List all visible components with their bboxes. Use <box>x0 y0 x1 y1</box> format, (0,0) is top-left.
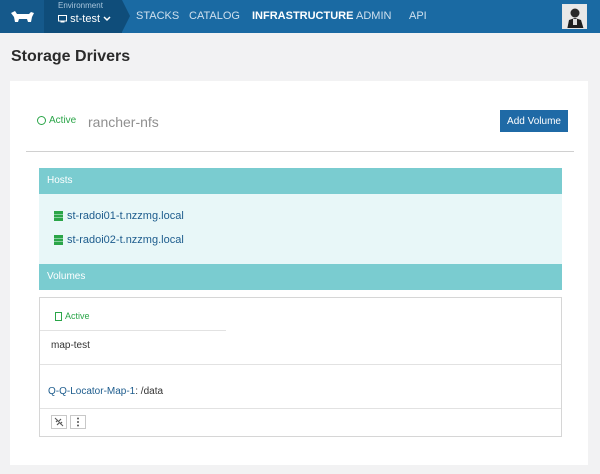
server-icon <box>54 211 63 221</box>
volume-status-text: Active <box>65 311 90 321</box>
user-avatar[interactable] <box>562 4 587 29</box>
volume-status-badge: Active <box>55 311 90 321</box>
volume-card: Active map-test Q-Q-Locator-Map-1: /data <box>39 297 562 437</box>
environment-icon <box>58 15 67 23</box>
divider <box>26 151 574 152</box>
rancher-logo[interactable] <box>0 0 44 33</box>
volume-mount: Q-Q-Locator-Map-1: /data <box>48 386 163 397</box>
add-volume-button[interactable]: Add Volume <box>500 110 568 132</box>
cow-logo-icon <box>11 10 34 22</box>
nav-stacks[interactable]: STACKS <box>136 0 179 33</box>
more-actions-button[interactable] <box>70 415 86 429</box>
nav-api[interactable]: API <box>409 0 427 33</box>
nav-infrastructure[interactable]: INFRASTRUCTURE <box>252 0 353 33</box>
host-item[interactable]: st-radoi02-t.nzzmg.local <box>54 234 184 246</box>
divider <box>40 330 226 331</box>
driver-status-text: Active <box>49 115 77 126</box>
detach-button[interactable] <box>51 415 67 429</box>
mount-path: : /data <box>135 386 164 397</box>
nav-catalog[interactable]: CATALOG <box>189 0 240 33</box>
divider <box>40 364 561 365</box>
volume-icon <box>55 311 62 321</box>
avatar-image <box>563 5 586 28</box>
chevron-down-icon <box>103 16 111 22</box>
unlink-icon <box>54 417 64 427</box>
top-nav-bar: Environment st-test STACKS CATALOG INFRA… <box>0 0 600 33</box>
environment-arrow <box>122 0 130 32</box>
volume-name: map-test <box>51 340 90 351</box>
driver-name: rancher-nfs <box>88 114 159 130</box>
storage-driver-card: Active rancher-nfs Add Volume Hosts st-r… <box>10 81 588 465</box>
host-item[interactable]: st-radoi01-t.nzzmg.local <box>54 210 184 222</box>
volumes-section-header: Volumes <box>39 264 562 290</box>
environment-switcher[interactable]: Environment st-test <box>44 0 122 33</box>
driver-status-badge: Active <box>37 115 76 126</box>
server-icon <box>54 235 63 245</box>
page-title: Storage Drivers <box>11 48 131 65</box>
host-name[interactable]: st-radoi01-t.nzzmg.local <box>67 210 184 222</box>
mount-container-link[interactable]: Q-Q-Locator-Map-1 <box>48 386 135 397</box>
divider <box>40 408 561 409</box>
hosts-list: st-radoi01-t.nzzmg.local st-radoi02-t.nz… <box>39 194 562 264</box>
nav-admin[interactable]: ADMIN <box>356 0 391 33</box>
active-circle-icon <box>37 116 46 125</box>
vertical-dots-icon <box>77 417 79 427</box>
hosts-section-header: Hosts <box>39 168 562 194</box>
environment-label: Environment <box>58 1 103 10</box>
environment-name-text: st-test <box>70 13 101 25</box>
host-name[interactable]: st-radoi02-t.nzzmg.local <box>67 234 184 246</box>
environment-name: st-test <box>58 13 111 25</box>
